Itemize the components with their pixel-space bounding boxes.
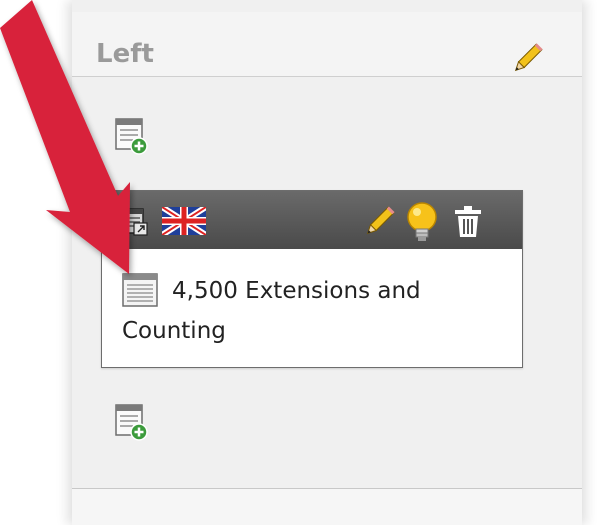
pencil-icon[interactable] [360, 203, 398, 241]
column-title: Left [96, 39, 154, 69]
content-element-toolbar [102, 191, 522, 249]
content-element-text: 4,500 Extensions and Counting [122, 278, 421, 344]
content-element[interactable]: 4,500 Extensions and Counting [101, 190, 523, 368]
column-header: Left [72, 12, 582, 77]
lightbulb-icon[interactable] [404, 201, 440, 243]
next-column-area [72, 489, 582, 525]
new-content-element-icon[interactable] [115, 118, 149, 156]
text-content-type-icon [120, 208, 148, 236]
uk-flag-icon [162, 207, 206, 235]
trash-icon[interactable] [452, 205, 484, 239]
content-element-body: 4,500 Extensions and Counting [102, 249, 522, 367]
new-content-element-icon[interactable] [115, 404, 149, 442]
content-column: Left 4,500 Extensions and Counting [72, 0, 582, 525]
pencil-icon[interactable] [508, 40, 546, 78]
